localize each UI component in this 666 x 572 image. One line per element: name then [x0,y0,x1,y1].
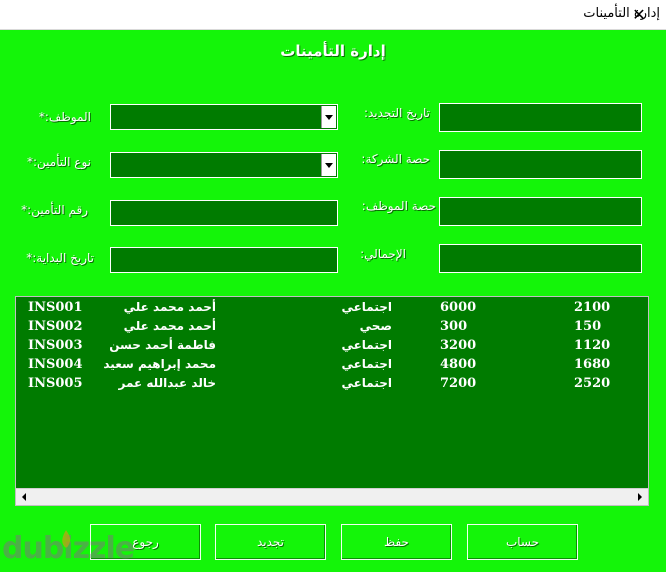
employee-label: الموظف:* [38,110,91,124]
employee-share-input[interactable] [439,197,642,226]
start-date-label: تاريخ البداية:* [26,251,94,265]
title-bar: إدارة التأمينات ✕ [0,0,666,30]
company-share-label: حصة الشركة: [361,152,430,166]
renewal-date-input[interactable] [439,103,642,132]
record-id: INS001 [28,300,83,315]
record-share: 150 [574,319,602,334]
record-amount: 7200 [440,376,477,391]
horizontal-scrollbar[interactable] [16,488,648,505]
record-share: 2100 [574,300,611,315]
flame-icon [62,530,71,548]
record-share: 1120 [574,338,611,353]
arrow-right-icon [638,493,642,501]
record-name: محمد إبراهيم سعيد [103,357,216,371]
insurance-type-dropdown-button[interactable] [321,154,336,176]
record-amount: 3200 [440,338,477,353]
employee-share-label: حصة الموظف: [361,199,436,213]
renew-button[interactable]: تجديد [215,524,326,560]
list-item[interactable]: INS001 أحمد محمد علي اجتماعي 6000 2100 [16,300,648,319]
record-name: خالد عبدالله عمر [118,376,216,390]
record-share: 1680 [574,357,611,372]
list-item[interactable]: INS002 أحمد محمد علي صحي 300 150 [16,319,648,338]
close-button[interactable]: ✕ [612,0,666,29]
arrow-left-icon [22,493,26,501]
page-title: إدارة التأمينات [280,42,386,60]
scroll-right-button[interactable] [631,489,648,505]
record-type: اجتماعي [341,338,392,352]
record-type: اجتماعي [341,357,392,371]
save-button[interactable]: حفظ [341,524,452,560]
chevron-down-icon [325,115,333,120]
record-id: INS004 [28,357,83,372]
record-name: أحمد محمد علي [123,300,216,314]
chevron-down-icon [325,163,333,168]
insurance-type-dropdown[interactable] [110,152,338,178]
insurance-type-label: نوع التأمين:* [26,155,91,169]
total-label: الإجمالي: [360,247,406,261]
record-id: INS002 [28,319,83,334]
record-name: فاطمة أحمد حسن [109,338,216,352]
calculate-button[interactable]: حساب [467,524,578,560]
record-amount: 4800 [440,357,477,372]
insurance-number-label: رقم التأمين:* [21,203,88,217]
record-name: أحمد محمد علي [123,319,216,333]
records-list[interactable]: INS001 أحمد محمد علي اجتماعي 6000 2100 I… [15,296,649,506]
list-item[interactable]: INS003 فاطمة أحمد حسن اجتماعي 3200 1120 [16,338,648,357]
total-input[interactable] [439,244,642,273]
renewal-date-label: تاريخ التجديد: [363,106,430,120]
list-item[interactable]: INS005 خالد عبدالله عمر اجتماعي 7200 252… [16,376,648,395]
record-id: INS005 [28,376,83,391]
scroll-left-button[interactable] [16,489,33,505]
start-date-input[interactable] [110,247,338,273]
list-item[interactable]: INS004 محمد إبراهيم سعيد اجتماعي 4800 16… [16,357,648,376]
employee-dropdown[interactable] [110,104,338,130]
insurance-number-input[interactable] [110,200,338,226]
record-type: اجتماعي [341,300,392,314]
employee-dropdown-button[interactable] [321,106,336,128]
record-amount: 6000 [440,300,477,315]
record-id: INS003 [28,338,83,353]
record-type: اجتماعي [341,376,392,390]
record-amount: 300 [440,319,468,334]
close-icon: ✕ [632,5,646,24]
record-share: 2520 [574,376,611,391]
company-share-input[interactable] [439,150,642,179]
record-type: صحي [359,319,392,333]
